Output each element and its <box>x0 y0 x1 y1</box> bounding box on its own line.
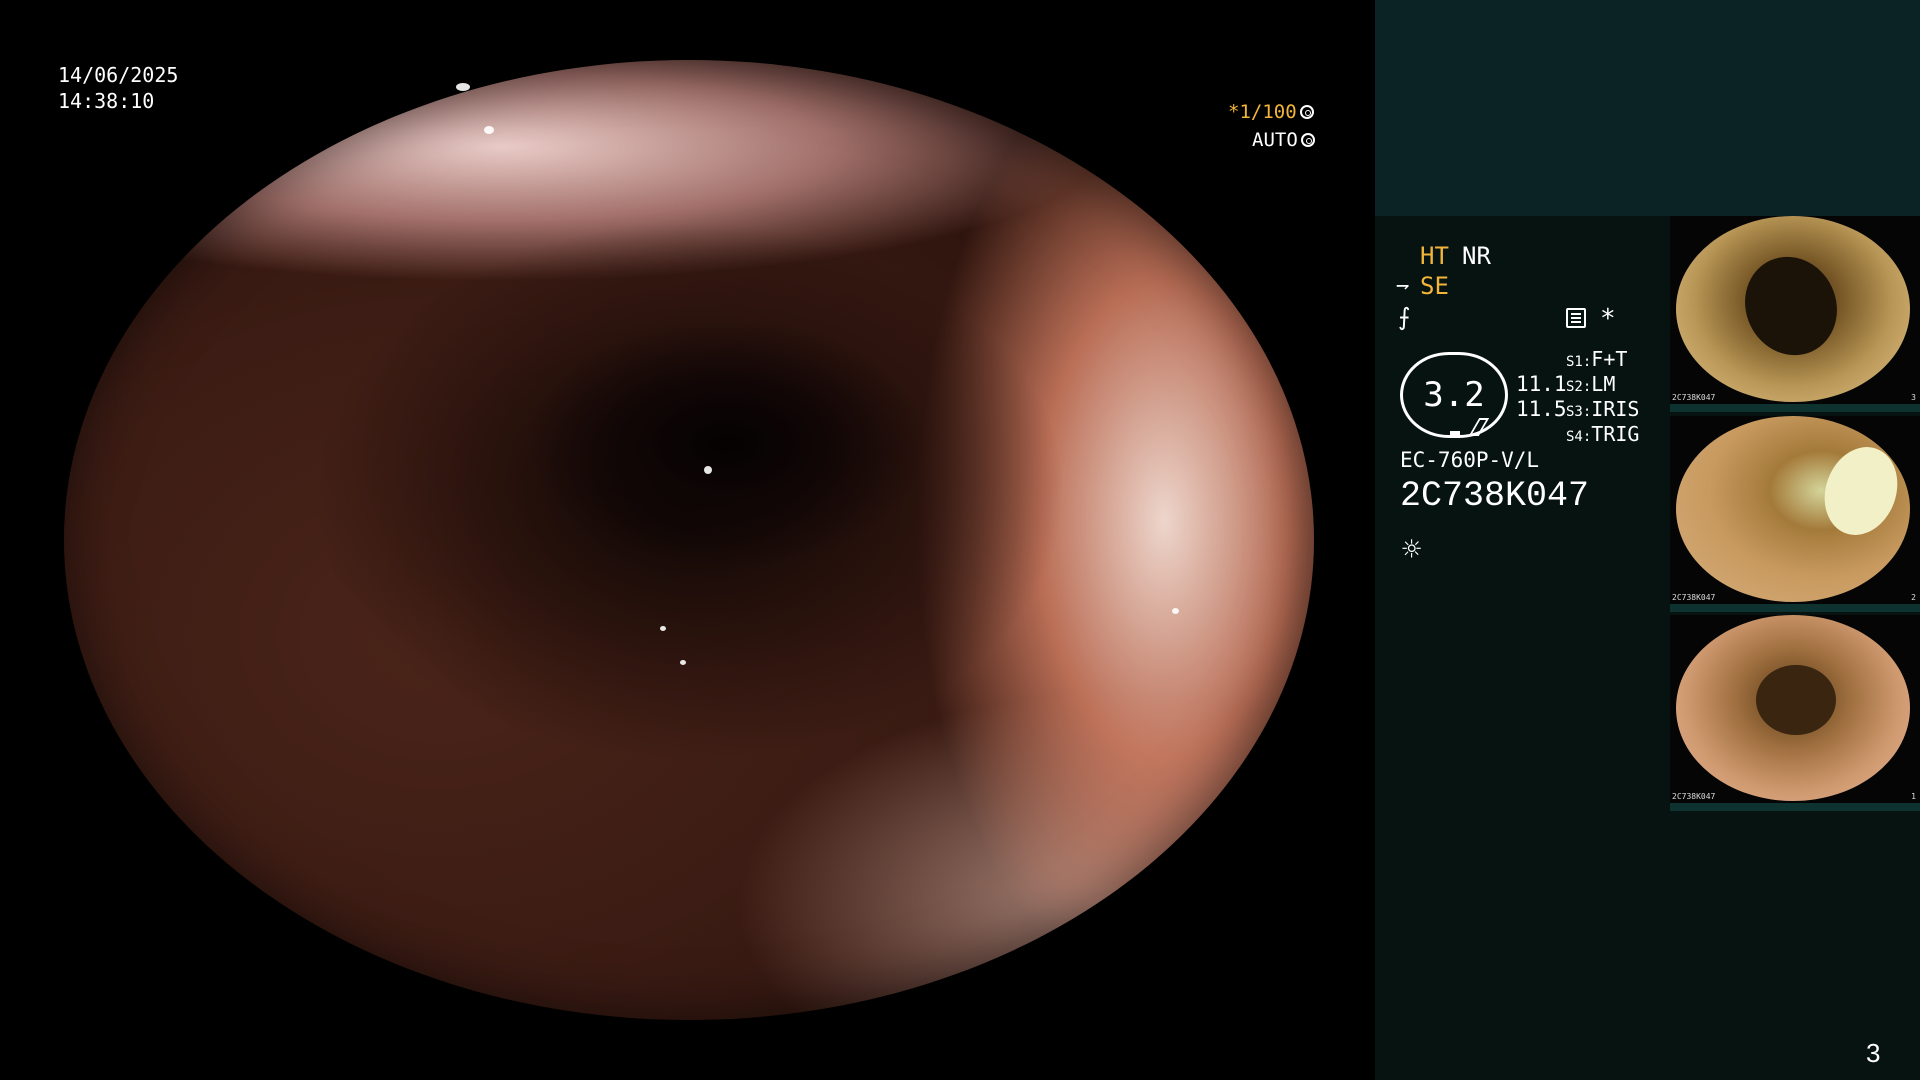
capture-thumbnail[interactable]: 2C738K047 3 <box>1670 216 1920 412</box>
magnification-gauge: 3.2 <box>1400 352 1508 438</box>
shutter-icon <box>1299 105 1314 119</box>
star-marker: * <box>1600 304 1616 334</box>
endoscope-view <box>0 0 1375 1080</box>
setting-s1: S1:F+T <box>1566 347 1628 371</box>
endoscope-image <box>64 60 1314 1020</box>
setting-s4: S4:TRIG <box>1566 422 1640 446</box>
iris-icon <box>1300 133 1315 147</box>
mode-se-label: SE <box>1420 272 1449 300</box>
capture-thumbnail[interactable]: 2C738K047 1 <box>1670 615 1920 811</box>
structure-enhance-icon: ⇁ <box>1396 273 1410 298</box>
record-list-icon <box>1566 308 1586 328</box>
mode-ht-label: HT <box>1420 242 1449 270</box>
exposure-mode-text: AUTO <box>1252 129 1298 151</box>
readout-value-1: 11.1 <box>1516 372 1567 396</box>
page-number: 3 <box>1866 1038 1881 1068</box>
setting-s3: S3:IRIS <box>1566 397 1640 421</box>
mode-nr-label: NR <box>1462 242 1491 270</box>
time-text: 14:38:10 <box>58 89 155 113</box>
gauge-value: 3.2 <box>1423 375 1485 415</box>
readout-value-2: 11.5 <box>1516 397 1567 421</box>
gauge-bar-icon <box>1450 431 1460 438</box>
panel-header <box>1375 0 1920 216</box>
shutter-speed-text: *1/100 <box>1228 101 1297 123</box>
date-text: 14/06/2025 <box>58 63 179 87</box>
light-source-icon: ☼ <box>1402 530 1422 568</box>
setting-s2: S2:LM <box>1566 372 1616 396</box>
freeze-icon: ⨍ <box>1398 303 1411 331</box>
scope-serial: 2C738K047 <box>1400 476 1590 516</box>
scope-model: EC-760P-V/L <box>1400 448 1540 472</box>
capture-thumbnail[interactable]: 2C738K047 2 <box>1670 416 1920 612</box>
datetime-readout: 14/06/2025 14:38:10 <box>58 62 178 114</box>
